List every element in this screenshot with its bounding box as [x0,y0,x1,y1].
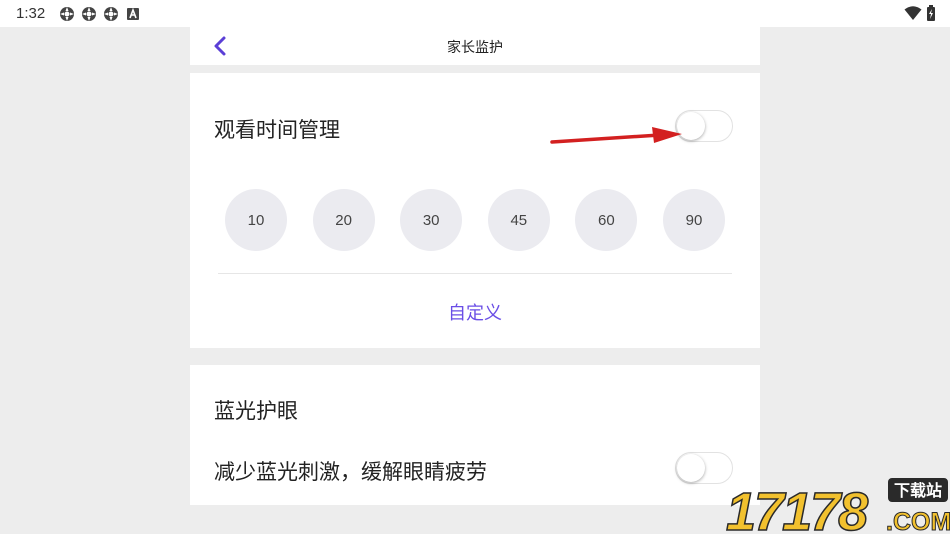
time-option-10[interactable]: 10 [225,189,287,251]
blue-light-toggle[interactable] [675,452,733,484]
time-option-45[interactable]: 45 [487,189,550,251]
settings-icon [60,7,74,21]
status-right-icons [904,5,936,21]
page-title: 家长监护 [447,40,503,56]
wifi-icon [904,6,922,20]
watermark-logo: 17178 下载站 .COM [726,478,950,534]
battery-icon [927,5,935,21]
status-bar: 1:32 [0,0,950,27]
font-icon [127,7,139,20]
time-option-30[interactable]: 30 [400,189,463,251]
divider [218,273,732,274]
svg-text:下载站: 下载站 [894,481,942,500]
settings-icon [82,7,96,21]
svg-text:17178: 17178 [726,482,868,534]
svg-text:.COM: .COM [886,508,950,534]
bottom-area [190,505,760,534]
annotation-arrow-icon [550,127,682,144]
toggle-knob [677,454,705,482]
blue-light-label: 蓝光护眼 [214,399,298,423]
section-divider [190,65,760,73]
custom-time-button[interactable]: 自定义 [190,299,760,325]
settings-icon [104,7,118,21]
watch-time-label: 观看时间管理 [214,118,340,142]
time-option-60[interactable]: 60 [575,189,638,251]
time-option-20[interactable]: 20 [312,189,375,251]
watch-time-section: 观看时间管理 10 20 30 45 60 90 自定义 [190,73,760,348]
blue-light-section: 蓝光护眼 减少蓝光刺激，缓解眼睛疲劳 [190,365,760,505]
page-header: 家长监护 [190,27,760,65]
blue-light-description: 减少蓝光刺激，缓解眼睛疲劳 [214,460,487,484]
time-option-90[interactable]: 90 [662,189,725,251]
status-icons [59,6,141,22]
status-time: 1:32 [16,5,46,22]
time-options: 10 20 30 45 60 90 [225,189,725,251]
